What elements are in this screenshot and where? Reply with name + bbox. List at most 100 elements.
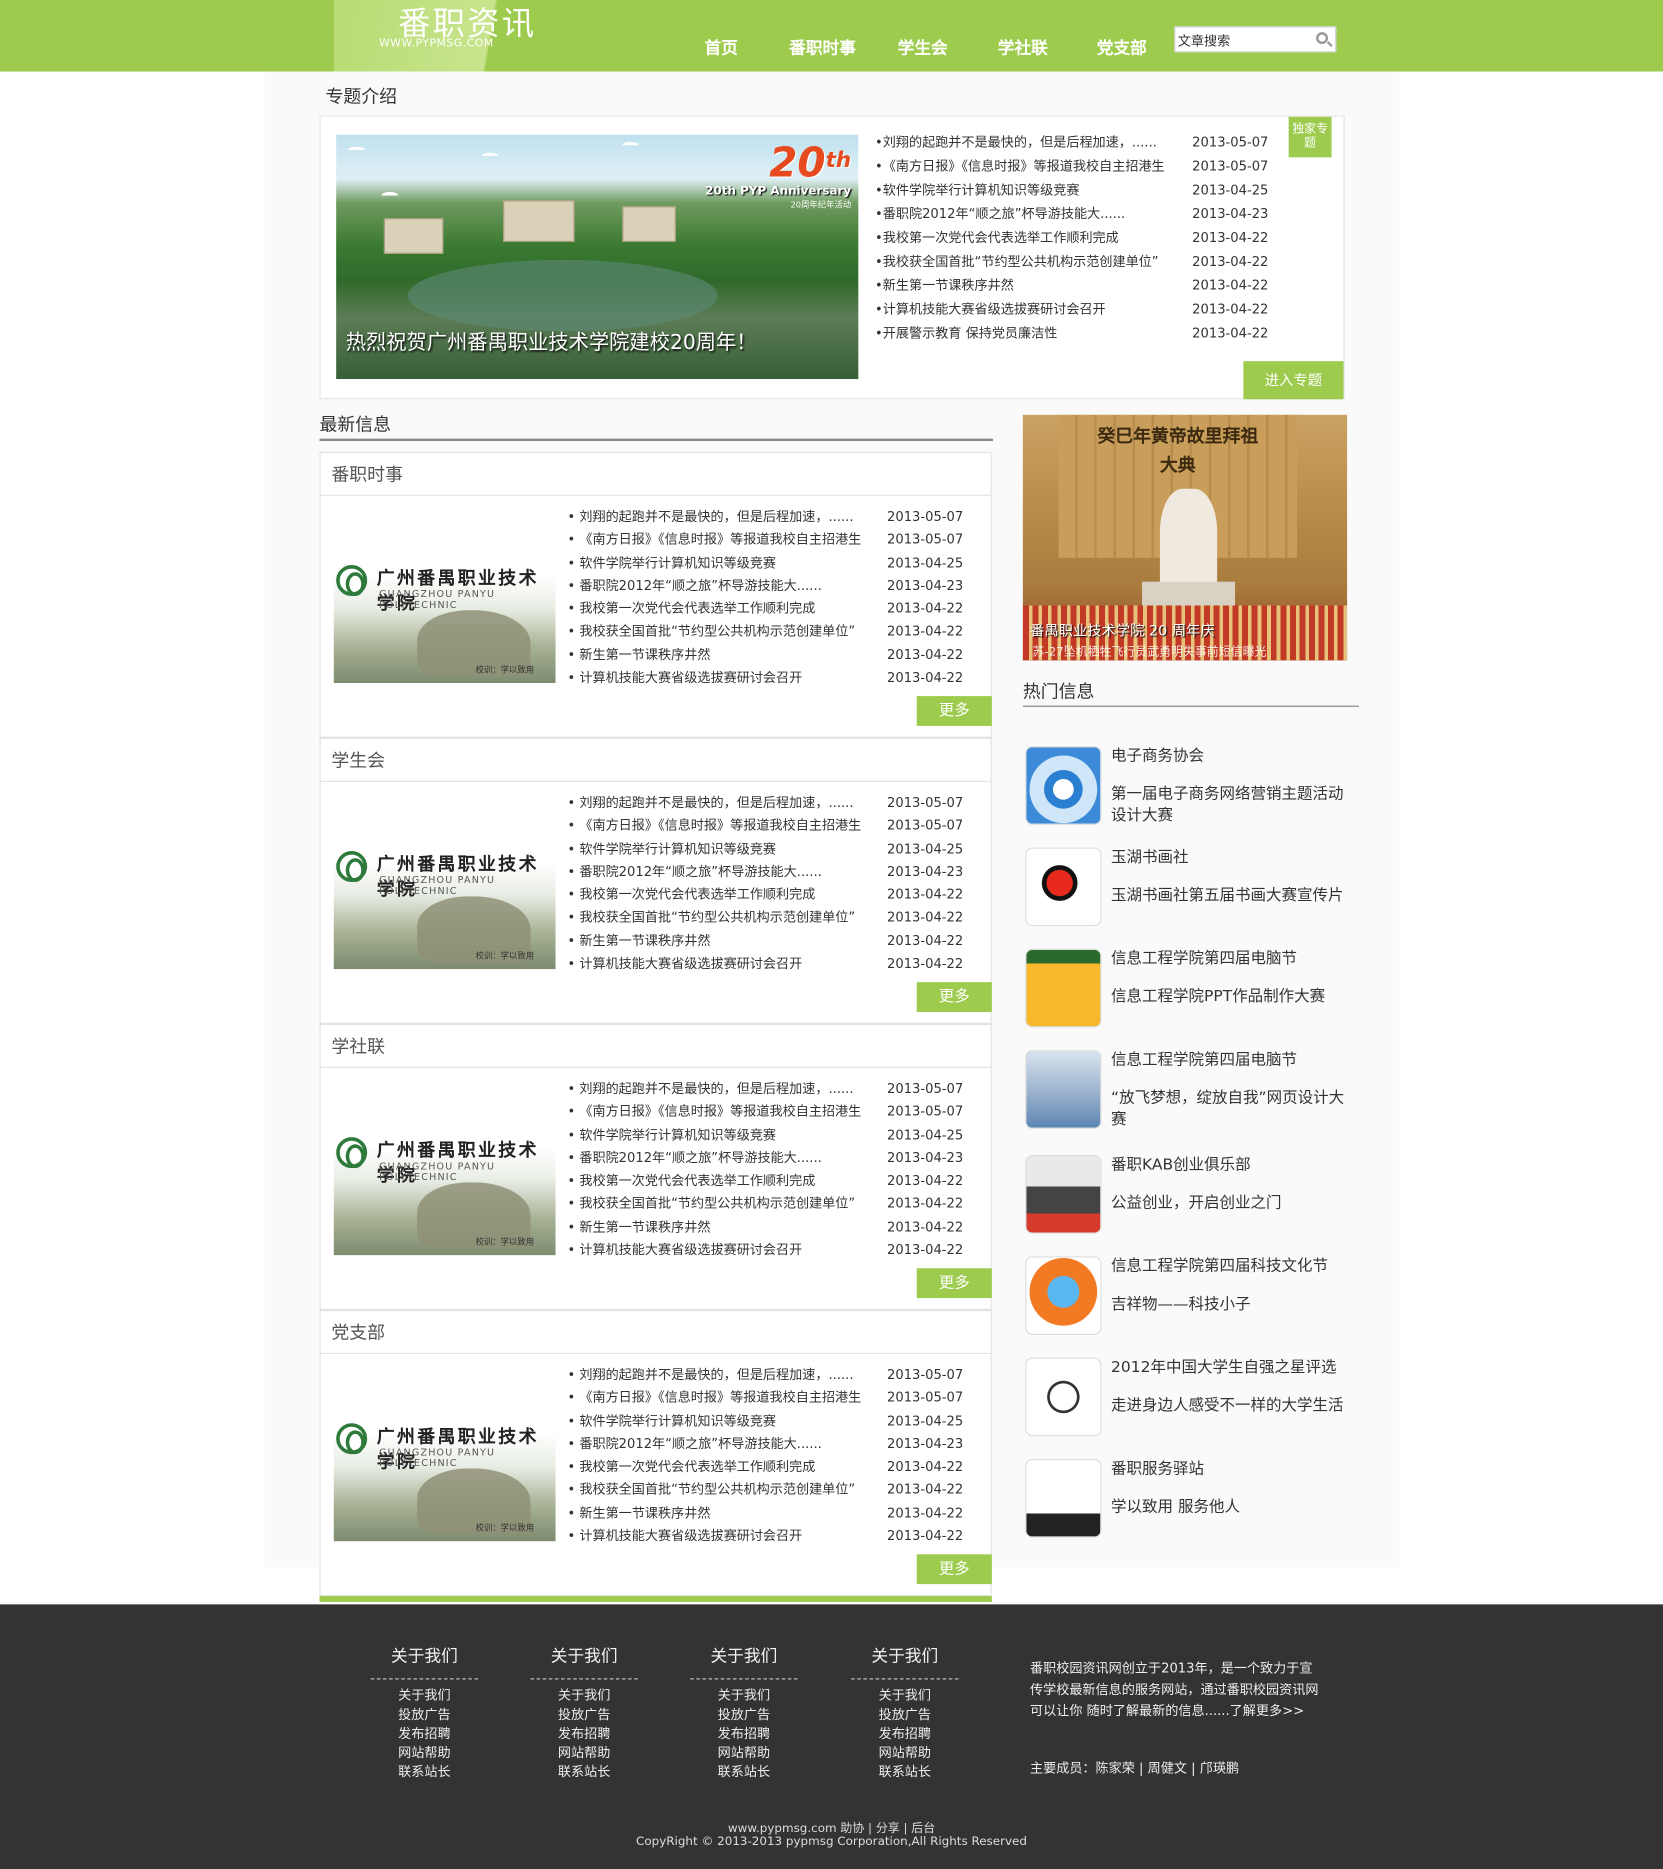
list-item[interactable]: • 计算机技能大赛省级选拔赛研讨会召开 2013-04-22 — [567, 952, 963, 975]
news-title[interactable]: •我校第一次党代会代表选举工作顺利完成 — [875, 226, 1119, 250]
hot-item-desc[interactable]: 玉湖书画社第五届书画大赛宣传片 — [1111, 886, 1355, 907]
news-title[interactable]: • 软件学院举行计算机知识等级竞赛 — [567, 1124, 776, 1147]
list-item[interactable]: • 刘翔的起跑并不是最快的，但是后程加速，...... 2013-05-07 — [567, 1078, 963, 1101]
list-item[interactable]: • 软件学院举行计算机知识等级竞赛 2013-04-25 — [567, 837, 963, 860]
footer-link[interactable]: 发布招聘 — [851, 1725, 958, 1744]
news-title[interactable]: • 我校第一次党代会代表选举工作顺利完成 — [567, 883, 815, 906]
kab-icon[interactable] — [1025, 1155, 1102, 1234]
hot-item-title[interactable]: 信息工程学院第四届电脑节 — [1111, 1047, 1297, 1069]
list-item[interactable]: • 我校第一次党代会代表选举工作顺利完成 2013-04-22 — [567, 1170, 963, 1193]
hot-item-desc[interactable]: 公益创业，开启创业之门 — [1111, 1193, 1355, 1214]
hot-item-desc[interactable]: 第一届电子商务网络营销主题活动设计大赛 — [1111, 784, 1355, 827]
list-item[interactable]: •新生第一节课秩序井然 2013-04-22 — [875, 274, 1268, 298]
news-title[interactable]: • 计算机技能大赛省级选拔赛研讨会召开 — [567, 666, 802, 689]
school-logo-image[interactable]: 广州番禺职业技术学院 GUANGZHOU PANYU POLYTECHNIC 校训：… — [333, 517, 556, 683]
news-title[interactable]: • 《南方日报》《信息时报》等报道我校自主招港生 — [567, 814, 861, 837]
list-item[interactable]: • 刘翔的起跑并不是最快的，但是后程加速，...... 2013-05-07 — [567, 505, 963, 528]
news-title[interactable]: •新生第一节课秩序井然 — [875, 274, 1014, 298]
list-item[interactable]: • 《南方日报》《信息时报》等报道我校自主招港生 2013-05-07 — [567, 1387, 963, 1410]
hot-item-title[interactable]: 电子商务协会 — [1111, 743, 1204, 765]
list-item[interactable]: • 我校第一次党代会代表选举工作顺利完成 2013-04-22 — [567, 1456, 963, 1479]
footer-link[interactable]: 联系站长 — [690, 1763, 797, 1782]
footer-link[interactable]: 关于我们 — [851, 1687, 958, 1706]
web-poster-icon[interactable] — [1025, 1050, 1102, 1129]
footer-link[interactable]: 网站帮助 — [690, 1744, 797, 1763]
footer-link[interactable]: 网站帮助 — [371, 1744, 478, 1763]
list-item[interactable]: • 刘翔的起跑并不是最快的，但是后程加速，...... 2013-05-07 — [567, 791, 963, 814]
side-banner[interactable]: 癸巳年黄帝故里拜祖大典 番禺职业技术学院 20 周年庆 苏-27坠机牺牲飞行员武… — [1022, 414, 1348, 661]
hot-item-title[interactable]: 信息工程学院第四届科技文化节 — [1111, 1253, 1328, 1276]
list-item[interactable]: • 新生第一节课秩序井然 2013-04-22 — [567, 1216, 963, 1239]
footer-link[interactable]: 关于我们 — [690, 1687, 797, 1706]
nav-news[interactable]: 番职时事 — [789, 36, 856, 60]
list-item[interactable]: •刘翔的起跑并不是最快的，但是后程加速，...... 2013-05-07 — [875, 131, 1268, 155]
news-box-title[interactable]: 党支部 — [320, 1311, 991, 1355]
news-title[interactable]: •计算机技能大赛省级选拔赛研讨会召开 — [875, 298, 1106, 322]
footer-links[interactable]: www.pypmsg.com 助协 | 分享 | 后台 — [0, 1818, 1663, 1836]
footer-link[interactable]: 投放广告 — [530, 1706, 637, 1725]
hot-item-desc[interactable]: 走进身边人感受不一样的大学生活 — [1111, 1396, 1355, 1417]
footer-link[interactable]: 联系站长 — [530, 1763, 637, 1782]
list-item[interactable]: •计算机技能大赛省级选拔赛研讨会召开 2013-04-22 — [875, 298, 1268, 322]
list-item[interactable]: • 我校获全国首批“节约型公共机构示范创建单位” 2013-04-22 — [567, 906, 963, 929]
list-item[interactable]: • 新生第一节课秩序井然 2013-04-22 — [567, 929, 963, 952]
list-item[interactable]: • 刘翔的起跑并不是最快的，但是后程加速，...... 2013-05-07 — [567, 1364, 963, 1387]
news-title[interactable]: • 我校第一次党代会代表选举工作顺利完成 — [567, 1170, 815, 1193]
list-item[interactable]: •番职院2012年“顺之旅”杯导游技能大...... 2013-04-23 — [875, 203, 1268, 227]
news-title[interactable]: • 番职院2012年“顺之旅”杯导游技能大...... — [567, 1433, 821, 1456]
list-item[interactable]: • 新生第一节课秩序井然 2013-04-22 — [567, 643, 963, 666]
list-item[interactable]: • 我校第一次党代会代表选举工作顺利完成 2013-04-22 — [567, 883, 963, 906]
news-title[interactable]: •我校获全国首批“节约型公共机构示范创建单位” — [875, 250, 1159, 274]
news-title[interactable]: •刘翔的起跑并不是最快的，但是后程加速，...... — [875, 131, 1157, 155]
news-title[interactable]: • 番职院2012年“顺之旅”杯导游技能大...... — [567, 1147, 821, 1170]
service-station-icon[interactable] — [1025, 1458, 1102, 1538]
news-box-title[interactable]: 学生会 — [320, 739, 991, 782]
hot-item[interactable]: 信息工程学院第四届电脑节 信息工程学院PPT作品制作大赛 — [1023, 948, 1359, 1032]
hot-item-desc[interactable]: 学以致用 服务他人 — [1111, 1497, 1355, 1518]
news-title[interactable]: •开展警示教育 保持党员廉洁性 — [875, 322, 1057, 346]
news-title[interactable]: •番职院2012年“顺之旅”杯导游技能大...... — [875, 203, 1125, 227]
news-title[interactable]: • 新生第一节课秩序井然 — [567, 643, 710, 666]
news-title[interactable]: • 我校获全国首批“节约型公共机构示范创建单位” — [567, 906, 855, 929]
hot-item[interactable]: 玉湖书画社玉湖书画社第五届书画大赛宣传片 — [1023, 847, 1359, 930]
news-title[interactable]: • 我校获全国首批“节约型公共机构示范创建单位” — [567, 620, 855, 643]
list-item[interactable]: • 《南方日报》《信息时报》等报道我校自主招港生 2013-05-07 — [567, 814, 963, 837]
footer-link[interactable]: 网站帮助 — [530, 1744, 637, 1763]
more-button[interactable]: 更多 — [916, 696, 992, 726]
search-icon[interactable] — [1316, 32, 1329, 45]
list-item[interactable]: • 新生第一节课秩序井然 2013-04-22 — [567, 1502, 963, 1525]
footer-link[interactable]: 联系站长 — [851, 1763, 958, 1782]
footer-link[interactable]: 关于我们 — [371, 1687, 478, 1706]
hot-item-title[interactable]: 番职服务驿站 — [1111, 1455, 1204, 1478]
footer-link[interactable]: 发布招聘 — [690, 1725, 797, 1744]
hot-item-desc[interactable]: 吉祥物——科技小子 — [1111, 1294, 1355, 1315]
hot-item[interactable]: 信息工程学院第四届电脑节 “放飞梦想，绽放自我”网页设计大赛 — [1023, 1050, 1359, 1133]
hot-item-title[interactable]: 信息工程学院第四届电脑节 — [1111, 945, 1297, 968]
news-title[interactable]: • 新生第一节课秩序井然 — [567, 929, 710, 952]
news-title[interactable]: • 我校第一次党代会代表选举工作顺利完成 — [567, 597, 815, 620]
list-item[interactable]: • 我校获全国首批“节约型公共机构示范创建单位” 2013-04-22 — [567, 1479, 963, 1502]
news-title[interactable]: • 软件学院举行计算机知识等级竞赛 — [567, 1410, 776, 1433]
news-title[interactable]: • 我校获全国首批“节约型公共机构示范创建单位” — [567, 1479, 855, 1502]
list-item[interactable]: • 软件学院举行计算机知识等级竞赛 2013-04-25 — [567, 551, 963, 574]
comic-icon[interactable] — [1025, 1357, 1102, 1437]
list-item[interactable]: •开展警示教育 保持党员廉洁性 2013-04-22 — [875, 322, 1268, 346]
footer-link[interactable]: 发布招聘 — [530, 1725, 637, 1744]
more-button[interactable]: 更多 — [916, 1554, 992, 1585]
list-item[interactable]: • 软件学院举行计算机知识等级竞赛 2013-04-25 — [567, 1124, 963, 1147]
footer-link[interactable]: 发布招聘 — [371, 1725, 478, 1744]
list-item[interactable]: • 番职院2012年“顺之旅”杯导游技能大...... 2013-04-23 — [567, 574, 963, 597]
list-item[interactable]: • 番职院2012年“顺之旅”杯导游技能大...... 2013-04-23 — [567, 860, 963, 883]
list-item[interactable]: • 计算机技能大赛省级选拔赛研讨会召开 2013-04-22 — [567, 1525, 963, 1548]
feature-banner[interactable]: 20th 20th PYP Anniversary 20周年纪年活动 热烈祝贺广… — [336, 134, 859, 380]
hot-item[interactable]: 2012年中国大学生自强之星评选 走进身边人感受不一样的大学生活 — [1023, 1357, 1359, 1441]
list-item[interactable]: • 软件学院举行计算机知识等级竞赛 2013-04-25 — [567, 1410, 963, 1433]
news-title[interactable]: • 《南方日报》《信息时报》等报道我校自主招港生 — [567, 528, 861, 551]
nav-student-union[interactable]: 学生会 — [898, 36, 948, 60]
news-title[interactable]: • 软件学院举行计算机知识等级竞赛 — [567, 551, 776, 574]
hot-item-desc[interactable]: “放飞梦想，绽放自我”网页设计大赛 — [1111, 1088, 1355, 1131]
hot-item-title[interactable]: 2012年中国大学生自强之星评选 — [1111, 1354, 1336, 1377]
list-item[interactable]: •软件学院举行计算机知识等级竞赛 2013-04-25 — [875, 179, 1268, 203]
hot-item-title[interactable]: 玉湖书画社 — [1111, 844, 1189, 867]
list-item[interactable]: •《南方日报》《信息时报》等报道我校自主招港生 2013-05-07 — [875, 155, 1268, 179]
